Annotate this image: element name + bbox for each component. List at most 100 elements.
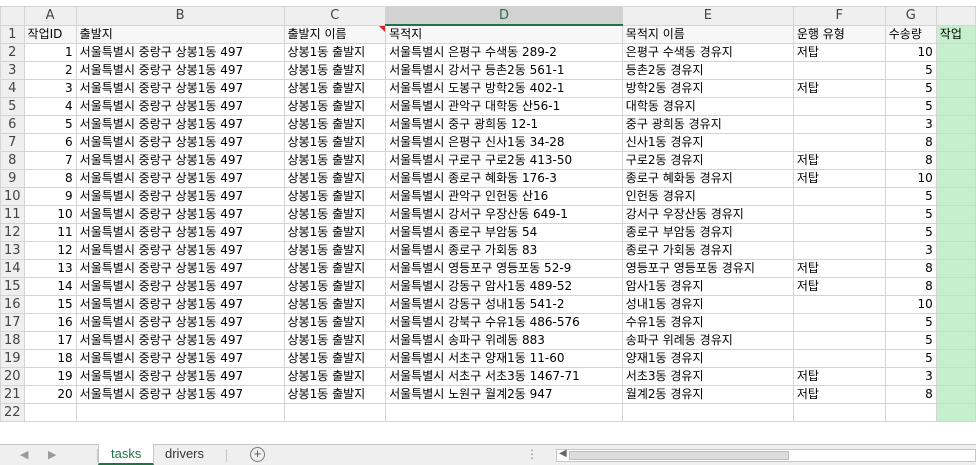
cell-origin-name[interactable]: 상봉1동 출발지: [283, 385, 387, 404]
cell-extra[interactable]: [935, 367, 976, 386]
cell-type[interactable]: 저탑: [792, 259, 886, 278]
cell-extra[interactable]: [935, 151, 976, 170]
cell-dest[interactable]: 서울특별시 도봉구 방학2동 402-1: [385, 79, 623, 98]
cell-extra[interactable]: [935, 97, 976, 116]
cell-dest[interactable]: 서울특별시 은평구 신사1동 34-28: [385, 133, 623, 152]
cell-type[interactable]: [792, 241, 886, 260]
cell-origin[interactable]: 서울특별시 중랑구 상봉1동 497: [75, 43, 285, 62]
cell-id[interactable]: 7: [23, 151, 77, 170]
cell-origin-name[interactable]: 상봉1동 출발지: [283, 205, 387, 224]
cell-origin[interactable]: 서울특별시 중랑구 상봉1동 497: [75, 133, 285, 152]
tab-scroll-left-icon[interactable]: ◀: [20, 448, 28, 461]
row-header[interactable]: 2: [0, 43, 25, 62]
cell-id[interactable]: 17: [23, 331, 77, 350]
cell-extra[interactable]: [935, 295, 976, 314]
cell-dest-name[interactable]: 암사1동 경유지: [621, 277, 794, 296]
more-dots-icon[interactable]: ⋮: [526, 447, 539, 461]
cell-origin[interactable]: 서울특별시 중랑구 상봉1동 497: [75, 259, 285, 278]
cell-id[interactable]: 1: [23, 43, 77, 62]
cell-origin-name[interactable]: 상봉1동 출발지: [283, 295, 387, 314]
cell-dest-name[interactable]: 등촌2동 경유지: [621, 61, 794, 80]
cell-extra[interactable]: [935, 349, 976, 368]
tab-drivers[interactable]: drivers: [153, 444, 216, 465]
cell-origin[interactable]: 서울특별시 중랑구 상봉1동 497: [75, 295, 285, 314]
cell-id[interactable]: 4: [23, 97, 77, 116]
cell-dest[interactable]: 서울특별시 강북구 수유1동 486-576: [385, 313, 623, 332]
column-header-f[interactable]: F: [792, 6, 886, 26]
cell-origin-name[interactable]: 상봉1동 출발지: [283, 259, 387, 278]
cell-origin[interactable]: 서울특별시 중랑구 상봉1동 497: [75, 169, 285, 188]
cell-type[interactable]: [792, 349, 886, 368]
cell-type[interactable]: 저탑: [792, 43, 886, 62]
row-header[interactable]: 10: [0, 187, 25, 206]
row-header[interactable]: 7: [0, 133, 25, 152]
cell-origin-name[interactable]: 상봉1동 출발지: [283, 223, 387, 242]
cell-qty[interactable]: 8: [884, 385, 937, 404]
cell-type[interactable]: [792, 295, 886, 314]
cell-empty[interactable]: [385, 403, 623, 422]
cell-type[interactable]: [792, 313, 886, 332]
cell-id[interactable]: 20: [23, 385, 77, 404]
cell-qty[interactable]: 5: [884, 187, 937, 206]
cell-qty[interactable]: 5: [884, 97, 937, 116]
cell-extra[interactable]: [935, 313, 976, 332]
cell-origin[interactable]: 서울특별시 중랑구 상봉1동 497: [75, 385, 285, 404]
cell-id[interactable]: 13: [23, 259, 77, 278]
cell-origin[interactable]: 서울특별시 중랑구 상봉1동 497: [75, 277, 285, 296]
cell-dest[interactable]: 서울특별시 관악구 인헌동 산16: [385, 187, 623, 206]
cell-dest-name[interactable]: 방학2동 경유지: [621, 79, 794, 98]
cell-origin[interactable]: 서울특별시 중랑구 상봉1동 497: [75, 97, 285, 116]
cell-qty[interactable]: 10: [884, 169, 937, 188]
cell-qty[interactable]: 3: [884, 241, 937, 260]
cell-dest-name[interactable]: 양재1동 경유지: [621, 349, 794, 368]
cell-extra[interactable]: [935, 277, 976, 296]
cell-origin-name[interactable]: 상봉1동 출발지: [283, 313, 387, 332]
row-header[interactable]: 17: [0, 313, 25, 332]
row-header[interactable]: 11: [0, 205, 25, 224]
tab-scroll-right-icon[interactable]: ▶: [48, 448, 56, 461]
header-cell[interactable]: 수송량: [884, 24, 937, 44]
header-cell[interactable]: 목적지: [385, 24, 623, 44]
cell-id[interactable]: 14: [23, 277, 77, 296]
cell-dest-name[interactable]: 중구 광희동 경유지: [621, 115, 794, 134]
column-header-h[interactable]: [935, 6, 976, 26]
cell-type[interactable]: [792, 331, 886, 350]
cell-qty[interactable]: 8: [884, 133, 937, 152]
cell-extra[interactable]: [935, 79, 976, 98]
cell-dest-name[interactable]: 종로구 가회동 경유지: [621, 241, 794, 260]
cell-id[interactable]: 10: [23, 205, 77, 224]
cell-origin-name[interactable]: 상봉1동 출발지: [283, 349, 387, 368]
cell-origin[interactable]: 서울특별시 중랑구 상봉1동 497: [75, 187, 285, 206]
row-header[interactable]: 6: [0, 115, 25, 134]
cell-id[interactable]: 6: [23, 133, 77, 152]
cell-dest[interactable]: 서울특별시 강서구 우장산동 649-1: [385, 205, 623, 224]
row-header[interactable]: 8: [0, 151, 25, 170]
cell-dest-name[interactable]: 성내1동 경유지: [621, 295, 794, 314]
cell-dest[interactable]: 서울특별시 강동구 성내1동 541-2: [385, 295, 623, 314]
cell-origin[interactable]: 서울특별시 중랑구 상봉1동 497: [75, 115, 285, 134]
cell-dest[interactable]: 서울특별시 중구 광희동 12-1: [385, 115, 623, 134]
cell-origin-name[interactable]: 상봉1동 출발지: [283, 43, 387, 62]
cell-extra[interactable]: [935, 223, 976, 242]
column-header-e[interactable]: E: [621, 6, 794, 26]
cell-extra[interactable]: [935, 205, 976, 224]
cell-qty[interactable]: 8: [884, 277, 937, 296]
tab-tasks[interactable]: tasks: [98, 444, 155, 465]
cell-origin-name[interactable]: 상봉1동 출발지: [283, 79, 387, 98]
cell-qty[interactable]: 5: [884, 205, 937, 224]
cell-qty[interactable]: 3: [884, 115, 937, 134]
header-cell[interactable]: 작업: [935, 24, 976, 44]
cell-qty[interactable]: 8: [884, 151, 937, 170]
row-header[interactable]: 21: [0, 385, 25, 404]
cell-empty[interactable]: [621, 403, 794, 422]
cell-id[interactable]: 18: [23, 349, 77, 368]
row-header[interactable]: 14: [0, 259, 25, 278]
cell-origin-name[interactable]: 상봉1동 출발지: [283, 61, 387, 80]
cell-extra[interactable]: [935, 169, 976, 188]
cell-dest-name[interactable]: 대학동 경유지: [621, 97, 794, 116]
cell-dest-name[interactable]: 구로2동 경유지: [621, 151, 794, 170]
cell-dest[interactable]: 서울특별시 서초구 서초3동 1467-71: [385, 367, 623, 386]
header-cell[interactable]: 출발지: [75, 24, 285, 44]
cell-id[interactable]: 5: [23, 115, 77, 134]
cell-type[interactable]: 저탑: [792, 169, 886, 188]
